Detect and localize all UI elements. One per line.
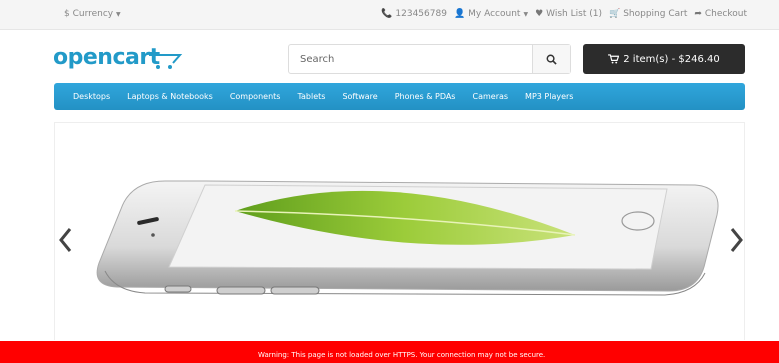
shopping-cart-link[interactable]: 🛒 Shopping Cart	[609, 9, 687, 19]
user-icon: 👤	[453, 8, 466, 19]
currency-dropdown[interactable]: $ Currency ▼	[64, 9, 121, 19]
checkout-label: Checkout	[704, 9, 747, 19]
phone-icon: 📞	[381, 8, 393, 19]
slide-prev-chevron-left-icon[interactable]	[58, 225, 74, 255]
https-warning-text: Warning: This page is not loaded over HT…	[258, 351, 546, 359]
search-icon	[546, 54, 557, 65]
search-input[interactable]	[289, 45, 534, 73]
search-box	[288, 44, 571, 74]
logo[interactable]: opencart	[53, 45, 183, 70]
currency-label: $ Currency	[64, 9, 114, 19]
slide-image-iphone	[96, 180, 719, 296]
phone-number: 123456789	[395, 9, 447, 19]
menu-item-laptops-notebooks[interactable]: Laptops & Notebooks	[127, 92, 230, 101]
shopping-cart-label: Shopping Cart	[623, 9, 688, 19]
chevron-down-icon: ▼	[523, 10, 529, 18]
checkout-link[interactable]: ➦ Checkout	[694, 9, 747, 19]
menu-item-desktops[interactable]: Desktops	[73, 92, 127, 101]
logo-text: opencart	[53, 45, 160, 70]
phone-link[interactable]: 📞 123456789	[381, 9, 447, 19]
menu-item-tablets[interactable]: Tablets	[297, 92, 342, 101]
menu-item-cameras[interactable]: Cameras	[472, 92, 525, 101]
menu-item-components[interactable]: Components	[230, 92, 298, 101]
cart-button[interactable]: 2 item(s) - $246.40	[583, 44, 745, 74]
slide-next-chevron-right-icon[interactable]	[728, 225, 744, 255]
wish-list-link[interactable]: ♥ Wish List (1)	[535, 9, 602, 19]
share-icon: ➦	[694, 8, 702, 19]
cart-button-label: 2 item(s) - $246.40	[623, 53, 720, 65]
main-menu: Desktops Laptops & Notebooks Components …	[54, 83, 745, 110]
slideshow	[54, 122, 745, 340]
my-account-dropdown[interactable]: 👤 My Account ▼	[454, 9, 528, 19]
menu-item-software[interactable]: Software	[342, 92, 394, 101]
search-button[interactable]	[532, 45, 570, 73]
https-warning-bar: Warning: This page is not loaded over HT…	[0, 341, 779, 363]
menu-item-phones-pdas[interactable]: Phones & PDAs	[395, 92, 473, 101]
wish-list-label: Wish List (1)	[546, 9, 602, 19]
menu-item-mp3-players[interactable]: MP3 Players	[525, 92, 590, 101]
chevron-down-icon: ▼	[116, 11, 121, 18]
top-bar: $ Currency ▼ 📞 123456789 👤 My Account ▼ …	[0, 0, 779, 30]
cart-icon	[608, 54, 620, 64]
my-account-label: My Account	[468, 9, 521, 19]
cart-icon: 🛒	[608, 8, 621, 19]
heart-icon: ♥	[535, 8, 544, 19]
logo-cart-icon	[149, 54, 183, 69]
top-links: 📞 123456789 👤 My Account ▼ ♥ Wish List (…	[381, 9, 747, 19]
